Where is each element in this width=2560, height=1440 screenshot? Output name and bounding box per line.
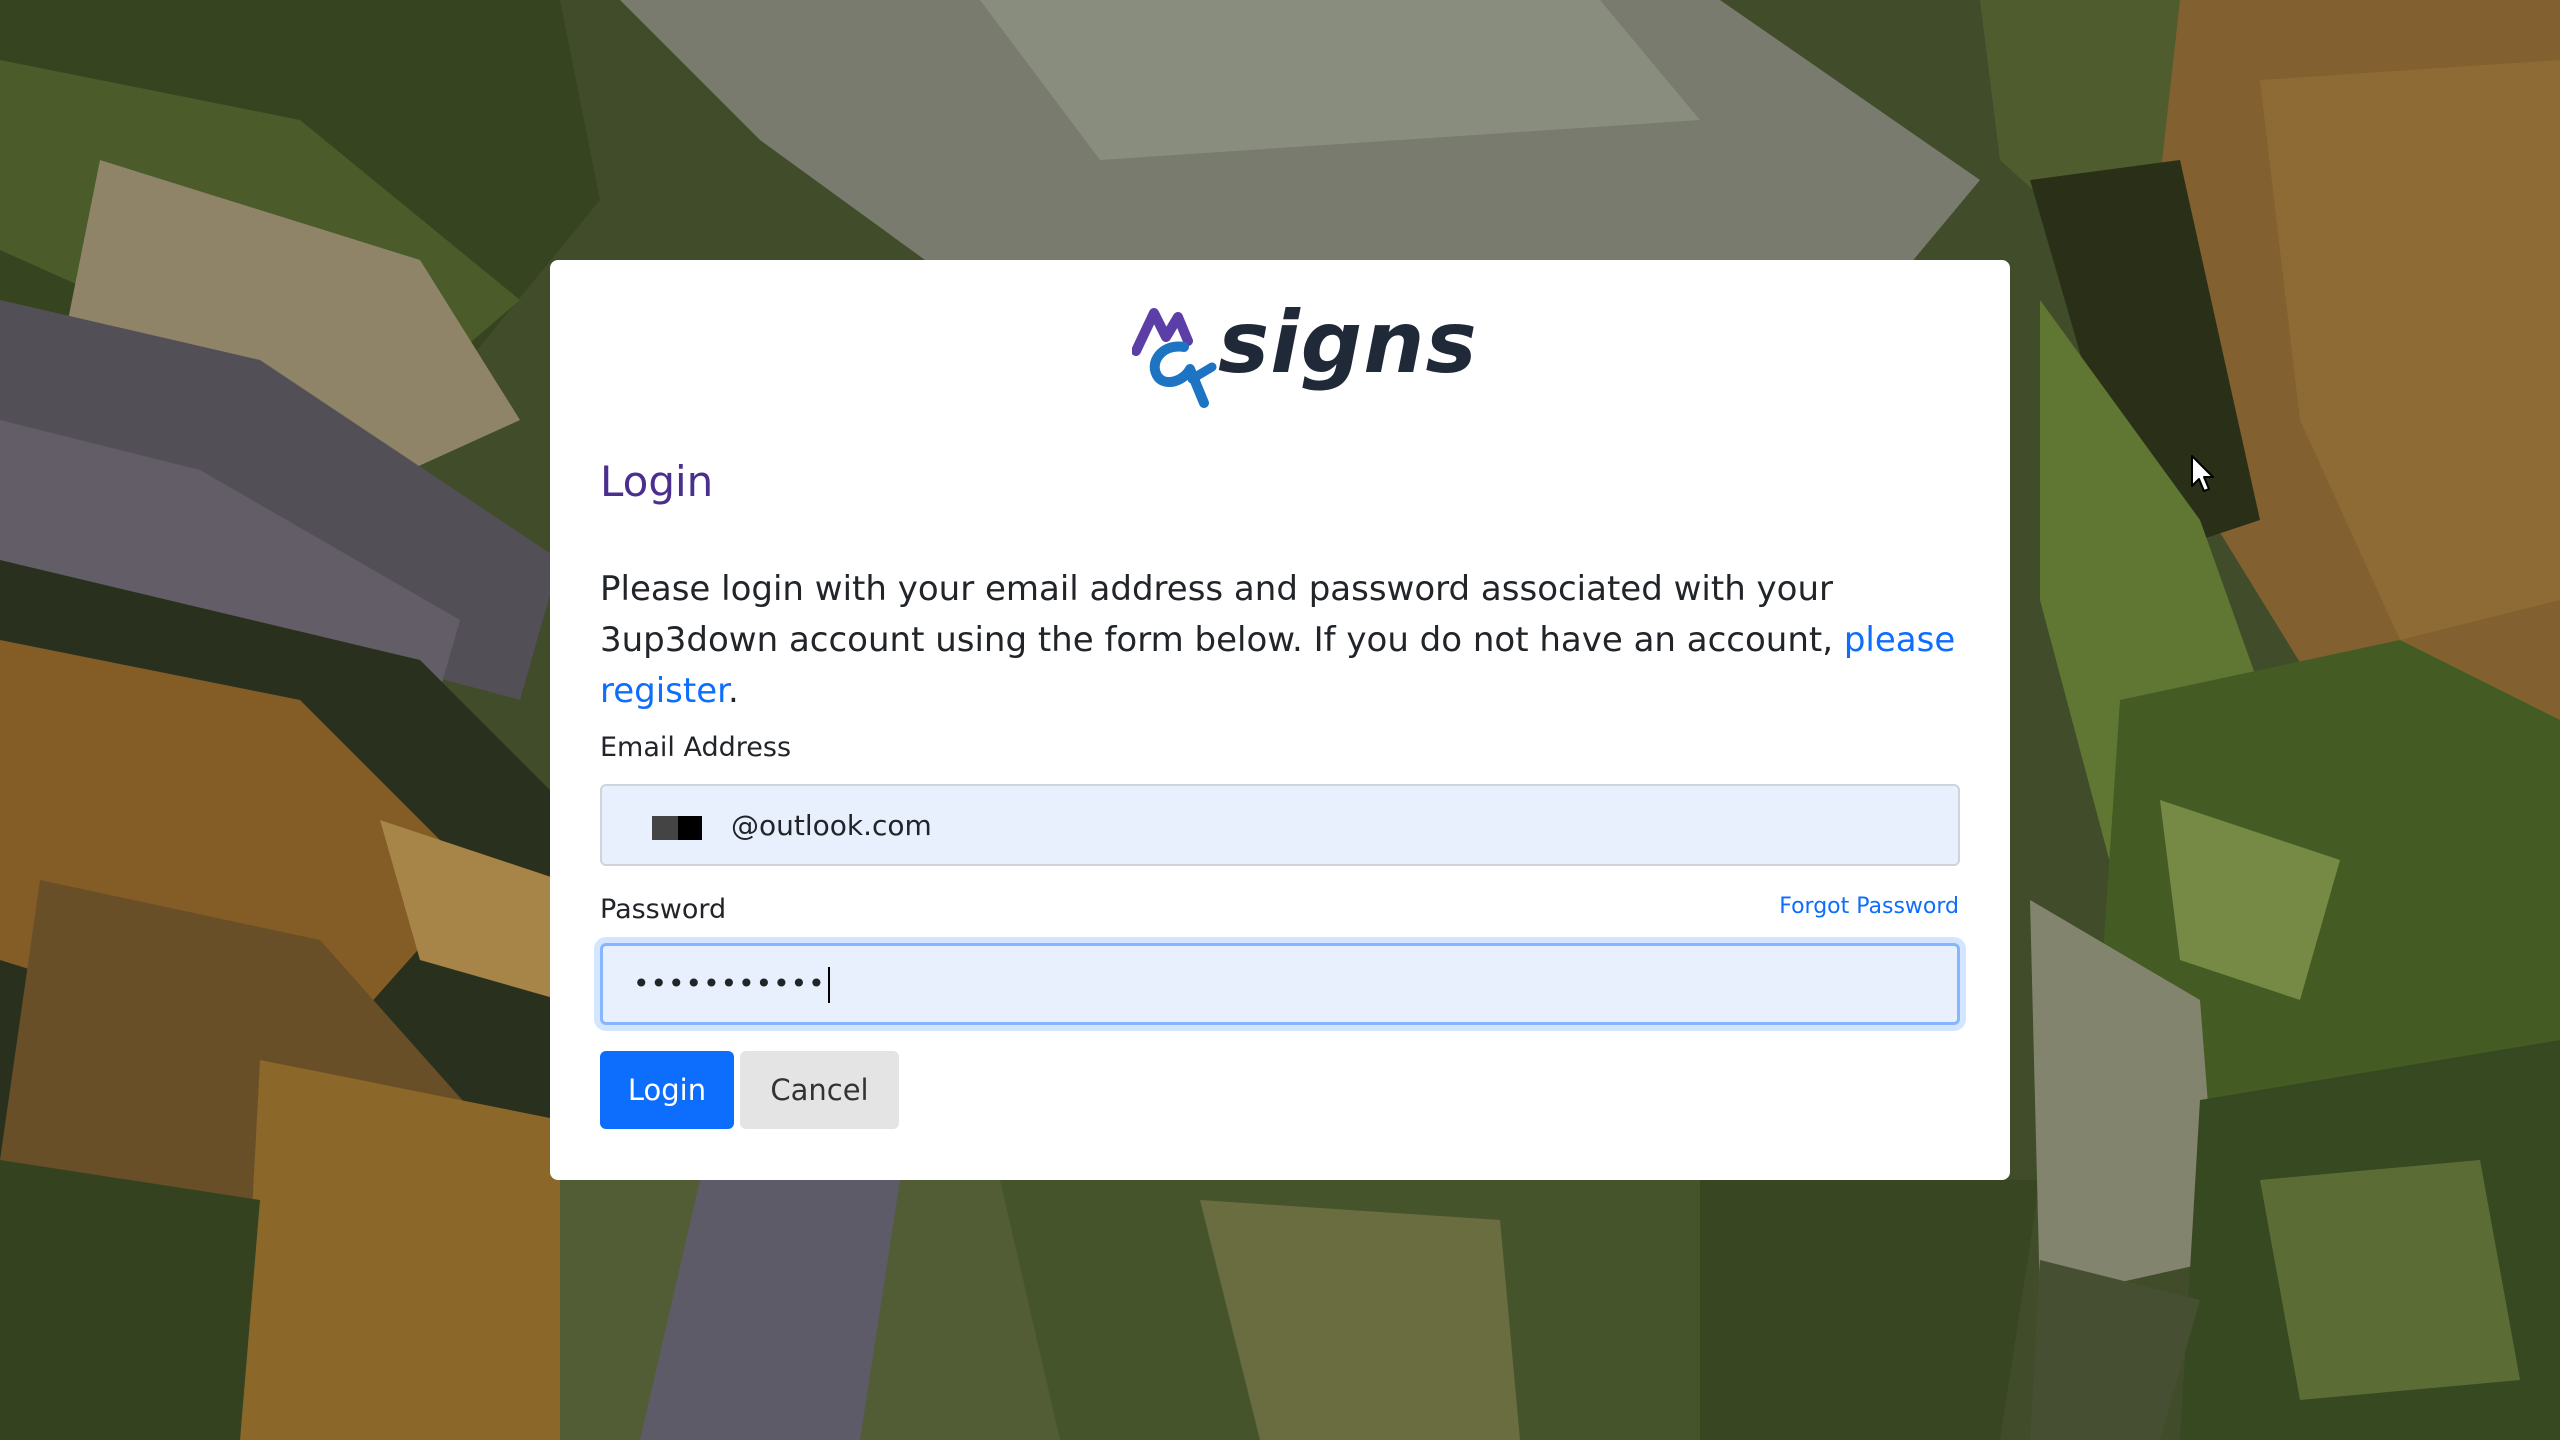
password-label: Password [600,894,727,925]
password-value: ••••••••••• [633,962,830,1006]
password-dots: ••••••••••• [633,967,826,1000]
logo-wordmark: signs [1218,293,1478,393]
login-instructions: Please login with your email address and… [600,564,1960,717]
mouse-pointer-icon [2190,454,2216,494]
text-caret [827,967,830,1003]
email-value: @outlook.com [731,809,932,842]
redacted-email-block [652,816,702,840]
password-field[interactable]: ••••••••••• [600,943,1960,1025]
email-field[interactable]: @outlook.com [600,784,1960,866]
login-button[interactable]: Login [600,1051,734,1129]
forgot-password-link[interactable]: Forgot Password [1779,892,1959,922]
instructions-end: . [728,671,739,711]
cancel-button[interactable]: Cancel [740,1051,899,1129]
instructions-text: Please login with your email address and… [600,569,1844,660]
email-label: Email Address [600,732,792,763]
page-title: Login [600,457,714,506]
